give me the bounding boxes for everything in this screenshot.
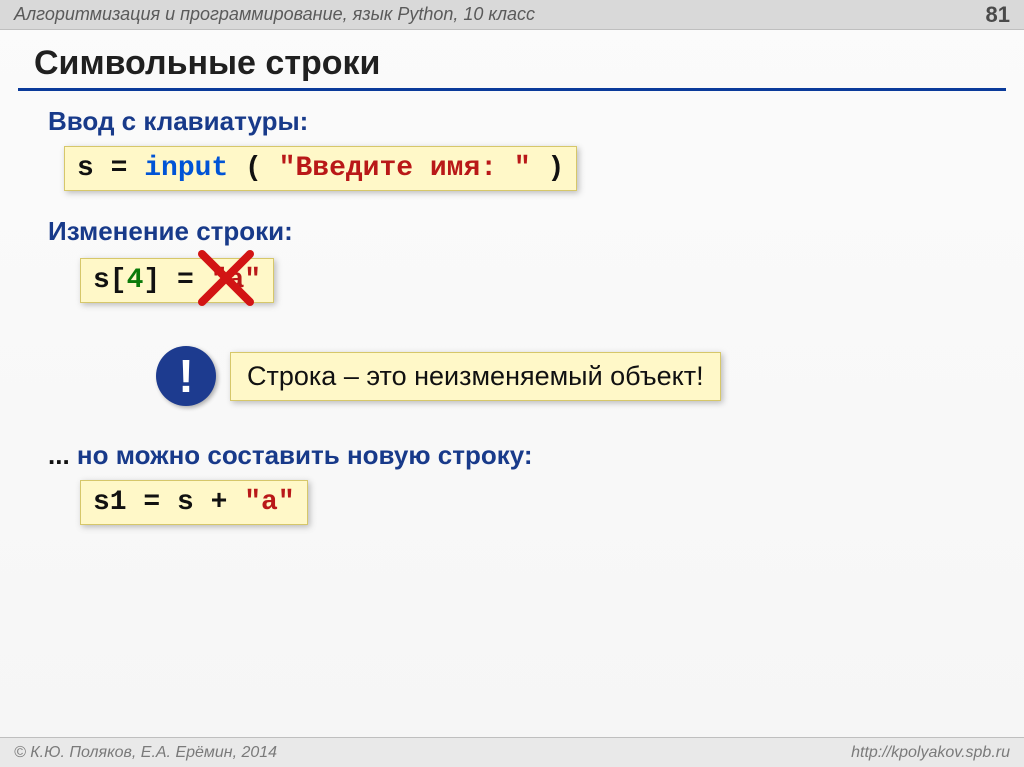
code-lhs-close: ] = xyxy=(143,265,210,296)
code-close-paren: ) xyxy=(531,153,565,184)
slide: Алгоритмизация и программирование, язык … xyxy=(0,0,1024,767)
title-underline xyxy=(18,88,1006,91)
code-concat: s1 = s + "a" xyxy=(80,480,308,525)
callout: ! Строка – это неизменяемый объект! xyxy=(156,346,721,406)
callout-text: Строка – это неизменяемый объект! xyxy=(230,352,721,401)
section-concat-heading: ... но можно составить новую строку: xyxy=(48,440,533,471)
footer-bar: © К.Ю. Поляков, Е.А. Ерёмин, 2014 http:/… xyxy=(0,737,1024,767)
footer-url: http://kpolyakov.spb.ru xyxy=(851,744,1010,762)
exclamation-icon: ! xyxy=(156,346,216,406)
header-bar: Алгоритмизация и программирование, язык … xyxy=(0,0,1024,30)
code-assign: s = xyxy=(77,153,144,184)
code-concat-lhs: s1 = s + xyxy=(93,487,244,518)
page-number: 81 xyxy=(986,2,1010,28)
section-input-heading: Ввод с клавиатуры: xyxy=(48,106,308,137)
code-mutate: s[4] = "a" xyxy=(80,258,274,303)
section-concat-prefix: ... xyxy=(48,440,77,470)
code-open-paren: ( xyxy=(228,153,278,184)
code-lhs: s[ xyxy=(93,265,127,296)
code-concat-rhs: "a" xyxy=(244,487,294,518)
copyright: © К.Ю. Поляков, Е.А. Ерёмин, 2014 xyxy=(14,744,277,762)
section-mutate-heading: Изменение строки: xyxy=(48,216,293,247)
code-input: s = input ( "Введите имя: " ) xyxy=(64,146,577,191)
code-string-literal: "Введите имя: " xyxy=(279,153,531,184)
page-title: Символьные строки xyxy=(34,44,380,83)
section-concat-text: но можно составить новую строку: xyxy=(77,440,533,470)
code-index: 4 xyxy=(127,265,144,296)
code-rhs: "a" xyxy=(211,265,261,296)
code-func: input xyxy=(144,153,228,184)
breadcrumb: Алгоритмизация и программирование, язык … xyxy=(14,4,535,25)
